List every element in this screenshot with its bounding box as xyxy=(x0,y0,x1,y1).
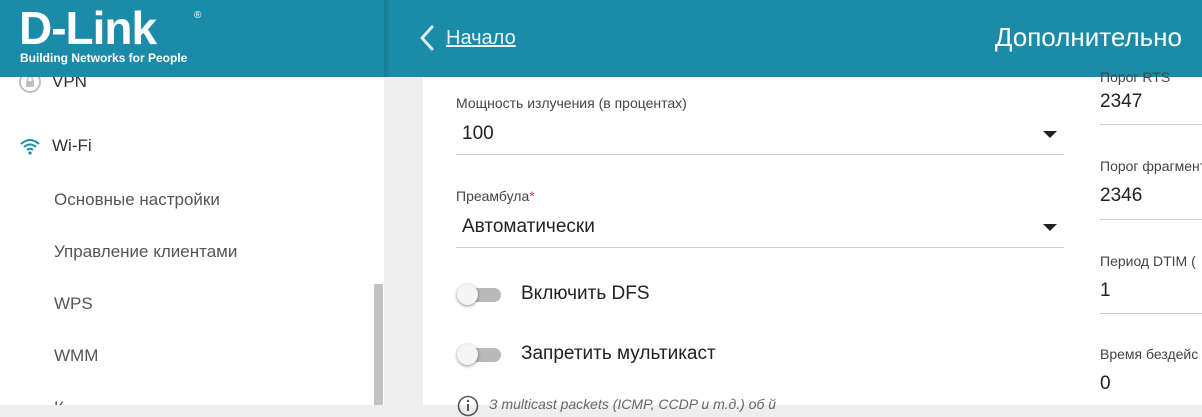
rts-value[interactable]: 2347 xyxy=(1100,91,1142,113)
field-underline xyxy=(456,154,1064,155)
multicast-label: Запретить мультикаст xyxy=(521,343,716,364)
dtim-value[interactable]: 1 xyxy=(1100,280,1111,302)
header-divider xyxy=(384,0,390,77)
dropdown-arrow-icon xyxy=(1043,224,1057,231)
sidebar-item-partial[interactable]: К xyxy=(0,388,370,405)
idle-value[interactable]: 0 xyxy=(1100,373,1111,395)
sidebar-item-client-management[interactable]: Управление клиентами xyxy=(0,232,370,272)
multicast-toggle[interactable] xyxy=(457,343,501,365)
sidebar-item-wps[interactable]: WPS xyxy=(0,284,370,324)
required-mark: * xyxy=(529,188,535,204)
wifi-icon xyxy=(20,139,40,155)
sidebar-item-wmm[interactable]: WMM xyxy=(0,336,370,376)
page-title: Дополнительно xyxy=(994,22,1182,52)
sidebar-item-wifi[interactable]: Wi-Fi xyxy=(0,126,370,166)
frag-label: Порог фрагмент xyxy=(1100,158,1202,174)
preamble-value: Автоматически xyxy=(462,216,595,237)
preamble-label: Преамбула* xyxy=(456,188,535,204)
sidebar-item-label: К xyxy=(54,398,64,405)
tx-power-value: 100 xyxy=(462,123,494,144)
dropdown-arrow-icon xyxy=(1043,131,1057,138)
tx-power-select[interactable]: 100 xyxy=(456,117,1064,155)
tx-power-label: Мощность излучения (в процентах) xyxy=(456,95,687,111)
field-underline xyxy=(1100,219,1202,220)
preamble-label-text: Преамбула xyxy=(456,188,530,204)
sidebar-item-label: WPS xyxy=(54,294,93,313)
sidebar-scrollbar[interactable] xyxy=(374,284,383,405)
toggle-knob xyxy=(457,344,478,365)
dfs-label: Включить DFS xyxy=(521,283,650,304)
info-icon xyxy=(457,395,479,417)
preamble-select[interactable]: Автоматически xyxy=(456,210,1064,248)
settings-panel: Мощность излучения (в процентах) 100 Пре… xyxy=(423,69,1202,417)
field-underline xyxy=(456,247,1064,248)
idle-label: Время бездейс xyxy=(1100,346,1199,362)
info-text: З multicast packets (ICMP, CCDP и т.д.) … xyxy=(489,396,777,412)
logo-registered-mark: ® xyxy=(194,10,202,21)
chevron-left-icon[interactable] xyxy=(418,24,436,52)
sidebar-item-basic-settings[interactable]: Основные настройки xyxy=(0,180,370,220)
dtim-label: Период DTIM ( xyxy=(1100,253,1196,269)
frag-value[interactable]: 2346 xyxy=(1100,185,1142,207)
field-underline xyxy=(1100,124,1202,125)
sidebar-item-label: Основные настройки xyxy=(54,190,220,209)
top-header: D-Link ® Building Networks for People На… xyxy=(0,0,1202,77)
sidebar-item-label: Управление клиентами xyxy=(54,242,238,261)
toggle-knob xyxy=(457,284,478,305)
logo-tagline: Building Networks for People xyxy=(20,51,188,65)
back-link[interactable]: Начало xyxy=(446,27,516,50)
dfs-toggle[interactable] xyxy=(457,283,501,305)
rts-label: Порог RTS xyxy=(1100,69,1171,85)
sidebar-item-label: Wi-Fi xyxy=(52,136,92,155)
field-underline xyxy=(1100,313,1202,314)
logo-text: D-Link xyxy=(19,2,157,54)
sidebar-item-label: WMM xyxy=(54,346,99,365)
logo: D-Link ® Building Networks for People xyxy=(0,0,384,77)
